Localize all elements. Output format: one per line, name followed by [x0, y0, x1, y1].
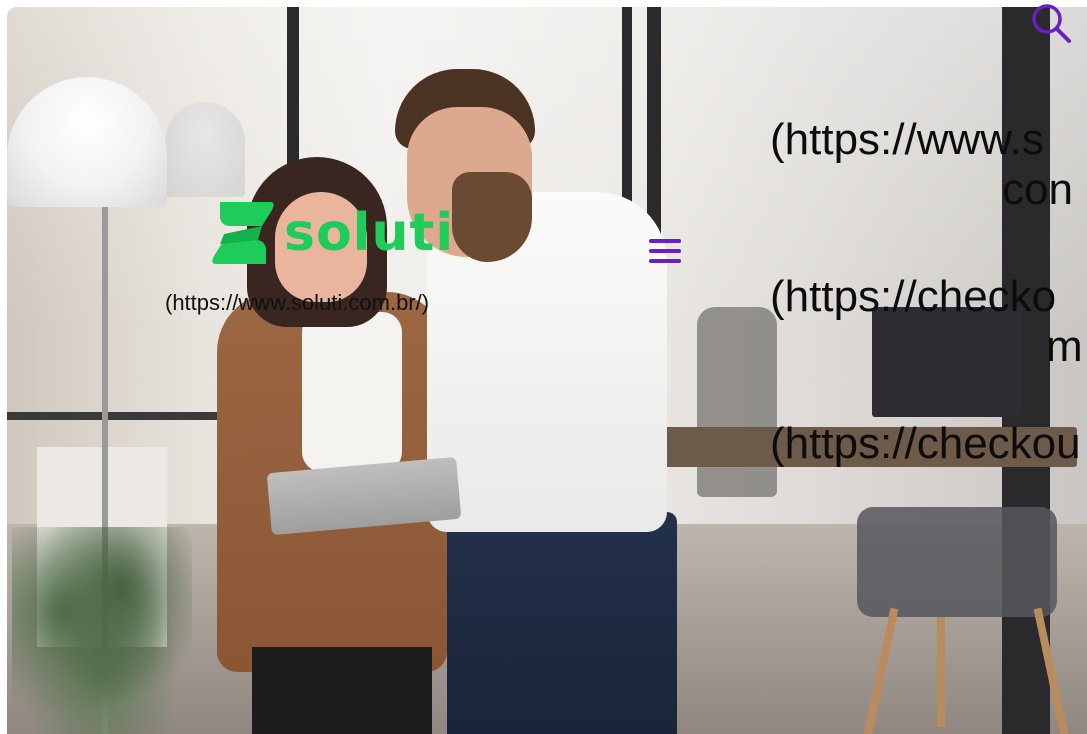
soluti-logo-icon: [210, 196, 276, 270]
nav-link-1[interactable]: (https://www.s: [770, 118, 1044, 162]
soluti-logo-link[interactable]: soluti: [210, 193, 453, 273]
nav-link-2-line2[interactable]: m: [1046, 325, 1083, 369]
hamburger-menu-icon[interactable]: [647, 237, 683, 265]
search-icon[interactable]: [1030, 2, 1072, 44]
logo-link-text[interactable]: (https://www.soluti.com.br/): [165, 290, 429, 316]
nav-link-2[interactable]: (https://checko: [770, 275, 1056, 319]
nav-link-1-line2[interactable]: con: [1002, 168, 1073, 212]
nav-link-3[interactable]: (https://checkou: [770, 422, 1081, 466]
soluti-wordmark: soluti: [284, 203, 455, 263]
